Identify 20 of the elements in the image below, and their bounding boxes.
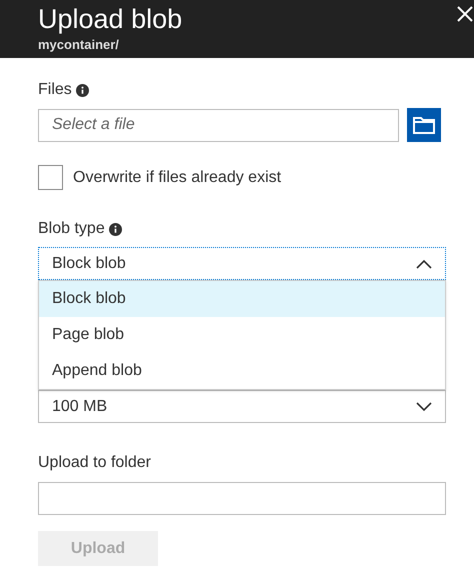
info-icon [76, 84, 89, 96]
folder-input-field[interactable] [38, 482, 446, 515]
close-icon[interactable] [457, 6, 473, 22]
panel-title: Upload blob [38, 3, 182, 36]
dropdown-option[interactable]: Page blob [39, 317, 445, 353]
file-input-field[interactable]: Select a file [38, 108, 399, 142]
chevron-icon [416, 258, 432, 268]
checkbox-label: Overwrite if files already exist [73, 168, 282, 188]
browse-button[interactable] [407, 108, 441, 142]
chevron-icon [416, 402, 432, 412]
dropdown-option[interactable]: Append blob [39, 353, 445, 389]
field-label: Upload to folder [38, 454, 151, 471]
block-size-dropdown[interactable]: 100 MB [38, 390, 446, 423]
field-label: Blob type [38, 219, 105, 239]
overwrite-checkbox[interactable] [38, 165, 63, 190]
field-label: Files [38, 80, 72, 100]
info-icon [108, 222, 122, 236]
dropdown-option[interactable]: Block blob [39, 281, 445, 317]
folder-icon [412, 115, 436, 135]
panel-subtitle: mycontainer/ [38, 36, 120, 54]
